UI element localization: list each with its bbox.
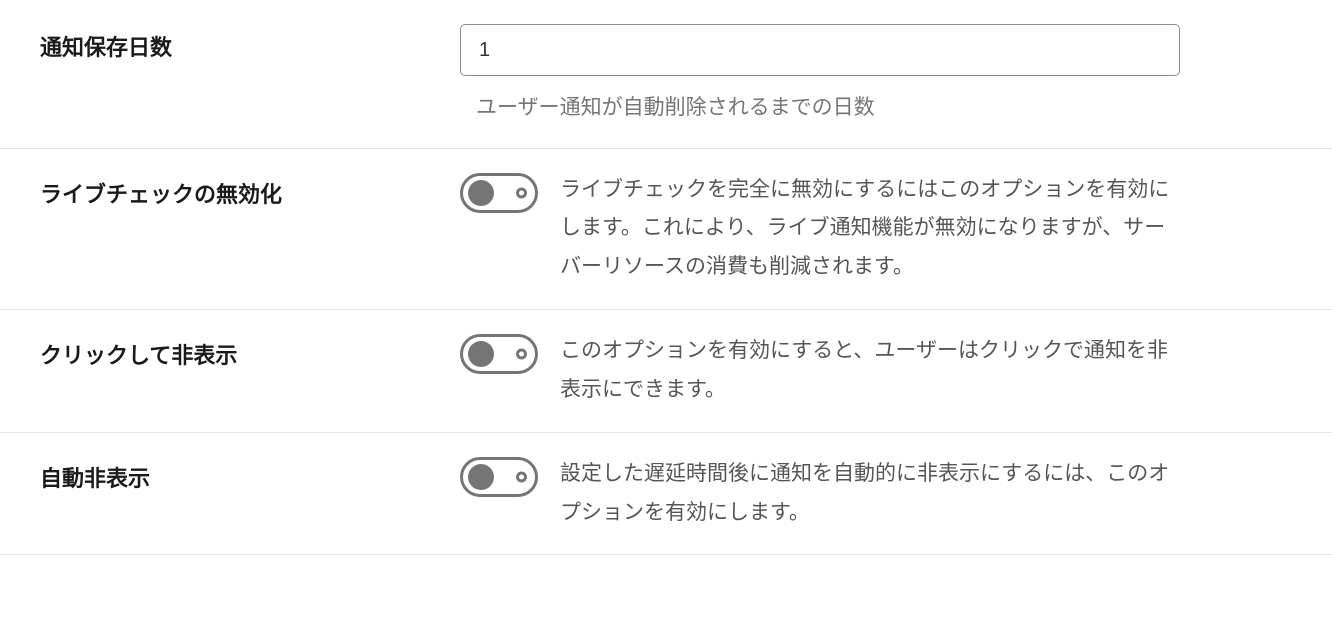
desc-click-hide: このオプションを有効にすると、ユーザーはクリックで通知を非表示にできます。 — [560, 332, 1172, 410]
setting-row-disable-live: ライブチェックの無効化 ライブチェックを完全に無効にするにはこのオプションを有効… — [0, 149, 1332, 311]
label-retention: 通知保存日数 — [40, 24, 460, 65]
toggle-knob-icon — [468, 464, 494, 490]
toggle-auto-hide[interactable] — [460, 457, 538, 497]
control-col-auto-hide: 設定した遅延時間後に通知を自動的に非表示にするには、このオプションを有効にします… — [460, 455, 1322, 533]
label-auto-hide: 自動非表示 — [40, 455, 460, 496]
toggle-click-hide[interactable] — [460, 334, 538, 374]
retention-help-text: ユーザー通知が自動削除されるまでの日数 — [460, 92, 1180, 124]
control-col-click-hide: このオプションを有効にすると、ユーザーはクリックで通知を非表示にできます。 — [460, 332, 1322, 410]
desc-auto-hide: 設定した遅延時間後に通知を自動的に非表示にするには、このオプションを有効にします… — [560, 455, 1172, 533]
desc-disable-live: ライブチェックを完全に無効にするにはこのオプションを有効にします。これにより、ラ… — [560, 171, 1172, 288]
control-col-retention: ユーザー通知が自動削除されるまでの日数 — [460, 24, 1330, 124]
toggle-off-indicator-icon — [516, 471, 527, 482]
control-col-disable-live: ライブチェックを完全に無効にするにはこのオプションを有効にします。これにより、ラ… — [460, 171, 1322, 288]
setting-row-auto-hide: 自動非表示 設定した遅延時間後に通知を自動的に非表示にするには、このオプションを… — [0, 433, 1332, 556]
toggle-off-indicator-icon — [516, 187, 527, 198]
toggle-row-auto-hide: 設定した遅延時間後に通知を自動的に非表示にするには、このオプションを有効にします… — [460, 455, 1172, 533]
label-click-hide: クリックして非表示 — [40, 332, 460, 373]
toggle-knob-icon — [468, 341, 494, 367]
toggle-disable-live[interactable] — [460, 173, 538, 213]
setting-row-retention: 通知保存日数 ユーザー通知が自動削除されるまでの日数 — [0, 0, 1332, 149]
toggle-row-click-hide: このオプションを有効にすると、ユーザーはクリックで通知を非表示にできます。 — [460, 332, 1172, 410]
toggle-off-indicator-icon — [516, 349, 527, 360]
retention-days-input[interactable] — [460, 24, 1180, 76]
setting-row-click-hide: クリックして非表示 このオプションを有効にすると、ユーザーはクリックで通知を非表… — [0, 310, 1332, 433]
toggle-knob-icon — [468, 180, 494, 206]
label-disable-live: ライブチェックの無効化 — [40, 171, 460, 212]
toggle-row-disable-live: ライブチェックを完全に無効にするにはこのオプションを有効にします。これにより、ラ… — [460, 171, 1172, 288]
